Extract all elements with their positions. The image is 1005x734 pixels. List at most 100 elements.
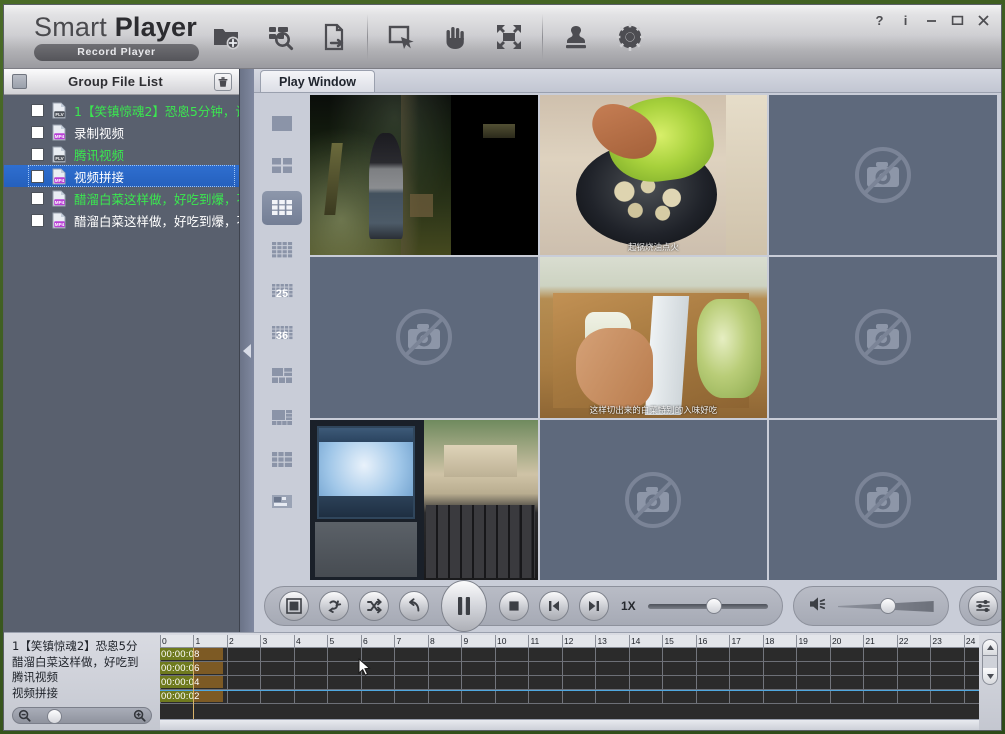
layout-36-button[interactable]: 36 — [262, 317, 302, 351]
video-cell-8[interactable] — [540, 420, 768, 580]
video-cell-5[interactable]: 这样切出来的白菜特别的入味好吃 — [540, 257, 768, 417]
rewind-button[interactable] — [399, 591, 429, 621]
timeline-clip[interactable]: 00:00:02 — [160, 690, 223, 702]
file-checkbox[interactable] — [31, 214, 44, 227]
timeline-gridline — [562, 662, 563, 675]
timeline-gridline — [897, 662, 898, 675]
timeline-gridline — [830, 676, 831, 689]
timeline-gridline — [461, 676, 462, 689]
help-button[interactable]: ? — [872, 13, 887, 28]
timeline-track-name: 腾讯视频 — [12, 670, 154, 686]
video-cell-9[interactable] — [769, 420, 997, 580]
timeline-panel: 1【笑镇惊魂2】恐恖5分 醋溜白菜这样做，好吃到 腾讯视频 视频拼接 — [4, 632, 1001, 730]
ruler-tick-label: 0 — [160, 635, 167, 647]
timeline-playhead[interactable] — [193, 648, 194, 719]
timeline-track-row[interactable]: 00:00:08 — [160, 648, 979, 662]
timeline-zoom-knob[interactable] — [47, 709, 62, 724]
timeline-gridline — [830, 690, 831, 703]
scroll-up-arrow[interactable] — [982, 639, 998, 656]
file-list-item[interactable]: MP4视频拼接 — [4, 165, 239, 187]
file-checkbox[interactable] — [31, 192, 44, 205]
layout-free-button[interactable] — [262, 485, 302, 519]
select-all-checkbox[interactable] — [12, 74, 27, 89]
zoom-in-icon[interactable] — [133, 709, 146, 722]
timeline-clip[interactable]: 00:00:04 — [160, 676, 223, 688]
search-files-button[interactable] — [253, 11, 307, 63]
collapse-panel-arrow[interactable] — [240, 69, 254, 632]
scrollbar-track[interactable] — [982, 656, 998, 668]
timeline-gridline — [327, 662, 328, 675]
flv-file-icon: FLV — [51, 102, 68, 119]
layout-1plus7-button[interactable] — [262, 401, 302, 435]
timeline-vertical-scrollbar[interactable] — [979, 633, 1001, 730]
file-checkbox[interactable] — [31, 170, 44, 183]
export-file-button[interactable] — [307, 11, 361, 63]
timeline-track-row[interactable]: 00:00:02 — [160, 690, 979, 704]
loop-button[interactable] — [319, 591, 349, 621]
timeline-track-row[interactable]: 00:00:04 — [160, 676, 979, 690]
scroll-down-arrow[interactable] — [982, 668, 998, 685]
select-region-button[interactable] — [374, 11, 428, 63]
timeline-scroll-area: 0123456789101112131415161718192021222324… — [160, 633, 979, 730]
speed-slider-knob[interactable] — [706, 598, 722, 614]
layout-3x3-button[interactable] — [262, 191, 302, 225]
timeline-ruler[interactable]: 0123456789101112131415161718192021222324 — [160, 635, 979, 648]
step-back-button[interactable] — [539, 591, 569, 621]
file-checkbox[interactable] — [31, 104, 44, 117]
volume-slider-knob[interactable] — [880, 598, 896, 614]
timeline-tracks[interactable]: 00:00:08 00:00:06 00:00:04 00:00:02 — [160, 648, 979, 719]
info-button[interactable]: i — [898, 13, 913, 28]
delete-files-button[interactable] — [214, 73, 232, 91]
timeline-zoom-slider[interactable] — [12, 707, 152, 724]
timeline-gridline — [729, 690, 730, 703]
video-grid: 起锅烧油点火这样切出来的白菜特别的入味好吃 — [310, 93, 1001, 580]
ruler-tick-label: 24 — [964, 635, 975, 647]
timeline-horizontal-scrollbar[interactable] — [160, 719, 979, 730]
file-list[interactable]: FLV1【笑镇惊魂2】恐恖5分钟，让MP4录制视频FLV腾讯视频MP4视频拼接M… — [4, 95, 239, 632]
file-list-item[interactable]: MP4录制视频 — [4, 121, 239, 143]
layout-1x1-button[interactable] — [262, 107, 302, 141]
fullscreen-button[interactable] — [482, 11, 536, 63]
equalizer-button[interactable] — [968, 591, 998, 621]
timeline-gridline — [327, 676, 328, 689]
snapshot-button[interactable] — [279, 591, 309, 621]
pan-hand-button[interactable] — [428, 11, 482, 63]
layout-custom-button[interactable] — [262, 443, 302, 477]
video-cell-7[interactable] — [310, 420, 538, 580]
file-list-item[interactable]: MP4醋溜白菜这样做，好吃到爆，不 — [4, 209, 239, 231]
maximize-button[interactable] — [950, 13, 965, 28]
file-list-item[interactable]: MP4醋溜白菜这样做，好吃到爆，不 — [4, 187, 239, 209]
speed-slider[interactable] — [648, 598, 768, 614]
add-folder-button[interactable] — [199, 11, 253, 63]
layout-1plus5-button[interactable] — [262, 359, 302, 393]
file-checkbox[interactable] — [31, 126, 44, 139]
video-cell-6[interactable] — [769, 257, 997, 417]
file-list-item[interactable]: FLV1【笑镇惊魂2】恐恖5分钟，让 — [4, 99, 239, 121]
shuffle-button[interactable] — [359, 591, 389, 621]
stamp-button[interactable] — [549, 11, 603, 63]
tab-play-window[interactable]: Play Window — [260, 70, 375, 92]
pause-button[interactable] — [441, 580, 487, 632]
stop-button[interactable] — [499, 591, 529, 621]
close-button[interactable] — [976, 13, 991, 28]
layout-25-button[interactable]: 25 — [262, 275, 302, 309]
timeline-track-row[interactable]: 00:00:06 — [160, 662, 979, 676]
volume-speaker-icon[interactable] — [808, 594, 830, 619]
step-forward-button[interactable] — [579, 591, 609, 621]
timeline-clip[interactable]: 00:00:06 — [160, 662, 223, 674]
file-checkbox[interactable] — [31, 148, 44, 161]
layout-4x4-button[interactable] — [262, 233, 302, 267]
zoom-out-icon[interactable] — [18, 709, 31, 722]
video-cell-4[interactable] — [310, 257, 538, 417]
settings-gear-button[interactable] — [603, 11, 657, 63]
file-list-item[interactable]: FLV腾讯视频 — [4, 143, 239, 165]
timeline-gridline — [595, 690, 596, 703]
timeline-track-name: 视频拼接 — [12, 686, 154, 702]
video-cell-2[interactable]: 起锅烧油点火 — [540, 95, 768, 255]
volume-slider[interactable] — [838, 598, 934, 614]
minimize-button[interactable] — [924, 13, 939, 28]
layout-2x2-button[interactable] — [262, 149, 302, 183]
video-cell-3[interactable] — [769, 95, 997, 255]
video-cell-1[interactable] — [310, 95, 538, 255]
timeline-clip[interactable]: 00:00:08 — [160, 648, 223, 660]
